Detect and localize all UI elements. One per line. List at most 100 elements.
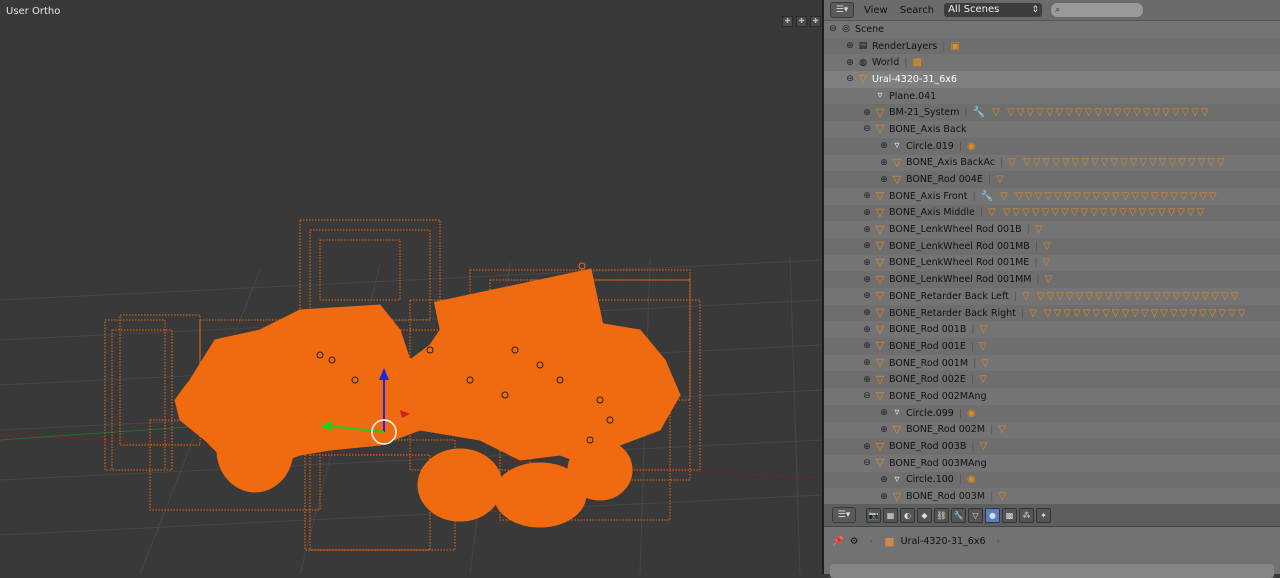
outliner-row[interactable]: ⊕ ▽ BONE_LenkWheel Rod 001B | ▽ [824, 221, 1280, 238]
expand-icon[interactable]: ⊕ [862, 241, 872, 251]
collapse-icon[interactable]: ⊖ [862, 391, 872, 401]
expand-icon[interactable]: ⊕ [845, 58, 855, 68]
outliner-row-label[interactable]: Circle.019 [906, 141, 954, 152]
expand-icon[interactable]: ⊕ [862, 358, 872, 368]
outliner-row-label[interactable]: BONE_Axis BackAc [906, 157, 995, 168]
expand-icon[interactable]: ⊕ [862, 308, 872, 318]
expand-icon[interactable]: ⊕ [879, 175, 889, 185]
expand-icon[interactable]: ⊕ [862, 275, 872, 285]
row-children-icons[interactable]: 🔧 ▽ ▽▽▽▽▽▽▽▽▽▽▽▽▽▽▽▽▽▽▽▽▽ [973, 107, 1211, 118]
row-children-icons[interactable]: ▣ [950, 41, 961, 52]
row-children-icons[interactable]: ▽ [979, 374, 989, 385]
outliner-row-label[interactable]: BM-21_System [889, 107, 959, 118]
outliner-row-label[interactable]: World [872, 57, 899, 68]
outliner-row[interactable]: ⊕ ▿ Circle.019 | ◉ [824, 137, 1280, 155]
menu-view[interactable]: View [862, 5, 890, 16]
row-children-icons[interactable]: ▽ ▽▽▽▽▽▽▽▽▽▽▽▽▽▽▽▽▽▽▽▽▽ [1022, 291, 1240, 302]
particles-icon[interactable]: ⁂ [1019, 507, 1034, 523]
outliner-row-label[interactable]: Plane.041 [889, 91, 936, 102]
outliner-row[interactable]: ⊕ ▽ BONE_Rod 001E | ▽ [824, 338, 1280, 355]
render-icon[interactable]: 📷 [866, 507, 881, 523]
editor-type-button[interactable]: ☰▾ [832, 507, 856, 523]
outliner-row-label[interactable]: BONE_LenkWheel Rod 001MB [889, 241, 1030, 252]
outliner-row-label[interactable]: Ural-4320-31_6x6 [872, 74, 957, 85]
outliner-row-label[interactable]: BONE_Axis Back [889, 124, 966, 135]
row-children-icons[interactable]: ▽ [998, 424, 1008, 435]
row-children-icons[interactable]: ◉ [967, 474, 978, 485]
outliner-row-label[interactable]: RenderLayers [872, 41, 937, 52]
outliner-row-label[interactable]: BONE_Retarder Back Right [889, 308, 1016, 319]
3d-viewport[interactable]: User Ortho ✚ ✚ ✚ [0, 0, 822, 574]
row-children-icons[interactable]: ▽ [998, 491, 1008, 502]
row-children-icons[interactable]: ▽ [1043, 257, 1053, 268]
outliner-row-label[interactable]: BONE_LenkWheel Rod 001MM [889, 274, 1032, 285]
outliner-row[interactable]: ⊕ ▽ BONE_LenkWheel Rod 001ME | ▽ [824, 254, 1280, 272]
outliner-row[interactable]: ⊕ ▽ BONE_LenkWheel Rod 001MM | ▽ [824, 271, 1280, 288]
row-children-icons[interactable]: ◉ [967, 408, 978, 419]
expand-icon[interactable]: ⊕ [862, 191, 872, 201]
row-children-icons[interactable]: ▩ [912, 57, 923, 68]
split-handle-icon[interactable]: ✚ [796, 16, 807, 27]
outliner-row-label[interactable]: BONE_Axis Middle [889, 207, 975, 218]
outliner-row[interactable]: ⊕ ◍ World | ▩ [824, 54, 1280, 72]
row-children-icons[interactable]: ▽ [1035, 224, 1045, 235]
object-icon[interactable]: ◆ [917, 507, 932, 523]
outliner-row-label[interactable]: Circle.099 [906, 408, 954, 419]
outliner-row[interactable]: ⊕ ▽ BONE_Rod 004E | ▽ [824, 171, 1280, 188]
outliner-row[interactable]: ⊕ ▽ BONE_Rod 002M | ▽ [824, 421, 1280, 439]
row-children-icons[interactable]: ▽ [1045, 274, 1055, 285]
outliner-row[interactable]: ⊕ ▽ BONE_Axis BackAc | ▽ ▽▽▽▽▽▽▽▽▽▽▽▽▽▽▽▽▽▽▽… [824, 154, 1280, 172]
world-icon[interactable]: ◐ [900, 507, 915, 523]
outliner-row[interactable]: ⊖ ◎ Scene [824, 21, 1280, 38]
collapse-icon[interactable]: ⊖ [862, 458, 872, 468]
expand-icon[interactable]: ⊕ [862, 442, 872, 452]
row-children-icons[interactable]: ▽ [980, 441, 990, 452]
properties-panel[interactable]: ☰▾ 📷 ▦ ◐ ◆ ⛓ 🔧 ▽ ● ▩ ⁂ ✦ 📌 ⚙ › ■ Ural-4320-31_6x6 … [824, 504, 1280, 578]
viewport-scene[interactable] [0, 0, 822, 574]
outliner-row-label[interactable]: BONE_Rod 003B [889, 441, 966, 452]
outliner-row[interactable]: ⊕ ▽ BONE_Retarder Back Right | ▽ ▽▽▽▽▽▽▽▽▽▽▽… [824, 304, 1280, 322]
expand-icon[interactable]: ⊕ [862, 375, 872, 385]
row-children-icons[interactable]: ▽ [979, 341, 989, 352]
row-children-icons[interactable]: ▽ ▽▽▽▽▽▽▽▽▽▽▽▽▽▽▽▽▽▽▽▽▽ [1029, 308, 1247, 319]
editor-type-button[interactable]: ☰▾ [830, 2, 854, 18]
expand-icon[interactable]: ⊕ [862, 108, 872, 118]
pin-icon[interactable]: 📌 [832, 536, 844, 547]
data-icon[interactable]: ▽ [968, 507, 983, 523]
expand-icon[interactable]: ⊕ [845, 41, 855, 51]
outliner-row-label[interactable]: Scene [855, 24, 884, 35]
expand-icon[interactable]: ⊕ [862, 208, 872, 218]
outliner-row[interactable]: ⊖ ▽ Ural-4320-31_6x6 [824, 71, 1280, 88]
menu-search[interactable]: Search [898, 5, 936, 16]
outliner-row[interactable]: ⊕ ▿ Circle.100 | ◉ [824, 471, 1280, 489]
texture-icon[interactable]: ▩ [1002, 507, 1017, 523]
outliner-row[interactable]: ⊕ ▽ BONE_Retarder Back Left | ▽ ▽▽▽▽▽▽▽▽▽▽▽▽… [824, 288, 1280, 305]
outliner-row[interactable]: ⊕ ▽ BONE_Axis Middle | ▽ ▽▽▽▽▽▽▽▽▽▽▽▽▽▽▽▽▽▽▽… [824, 204, 1280, 222]
outliner-row-label[interactable]: BONE_Rod 002MAng [889, 391, 987, 402]
search-input[interactable]: ⌕ [1050, 2, 1145, 18]
expand-icon[interactable]: ⊕ [879, 425, 889, 435]
physics-icon[interactable]: ✦ [1036, 507, 1051, 523]
outliner-row[interactable]: ⊕ ▤ RenderLayers | ▣ [824, 37, 1280, 55]
row-children-icons[interactable]: ◉ [967, 141, 978, 152]
outliner-row-label[interactable]: BONE_LenkWheel Rod 001B [889, 224, 1022, 235]
outliner-row[interactable]: ⊖ ▽ BONE_Rod 002MAng [824, 388, 1280, 405]
row-children-icons[interactable]: ▽ [1043, 241, 1053, 252]
row-children-icons[interactable]: ▽ [996, 174, 1006, 185]
outliner-row-label[interactable]: BONE_Rod 003MAng [889, 458, 987, 469]
outliner-row-label[interactable]: BONE_Rod 001M [889, 358, 968, 369]
expand-icon[interactable]: ⊕ [879, 158, 889, 168]
outliner-row[interactable]: ⊕ ▽ BONE_Rod 001M | ▽ [824, 354, 1280, 372]
material-icon[interactable]: ● [985, 507, 1000, 523]
scene-filter-select[interactable]: All Scenes [944, 3, 1043, 17]
outliner-row-label[interactable]: BONE_Rod 004E [906, 174, 983, 185]
outliner-row-label[interactable]: BONE_Retarder Back Left [889, 291, 1009, 302]
row-children-icons[interactable]: ▽ [981, 358, 991, 369]
area-split-handles[interactable]: ✚ ✚ ✚ [782, 16, 821, 27]
expand-icon[interactable]: ⊕ [879, 141, 889, 151]
expand-icon[interactable]: ⊕ [862, 258, 872, 268]
outliner-row[interactable]: ⊕ ▽ BONE_Rod 003B | ▽ [824, 438, 1280, 455]
row-children-icons[interactable]: ▽ [980, 324, 990, 335]
outliner-panel[interactable]: ☰▾ View Search All Scenes ⌕ ⊖◎Scene⊕▤Ren… [824, 0, 1280, 504]
outliner-row[interactable]: ⊕ ▽ BONE_Rod 001B | ▽ [824, 321, 1280, 339]
